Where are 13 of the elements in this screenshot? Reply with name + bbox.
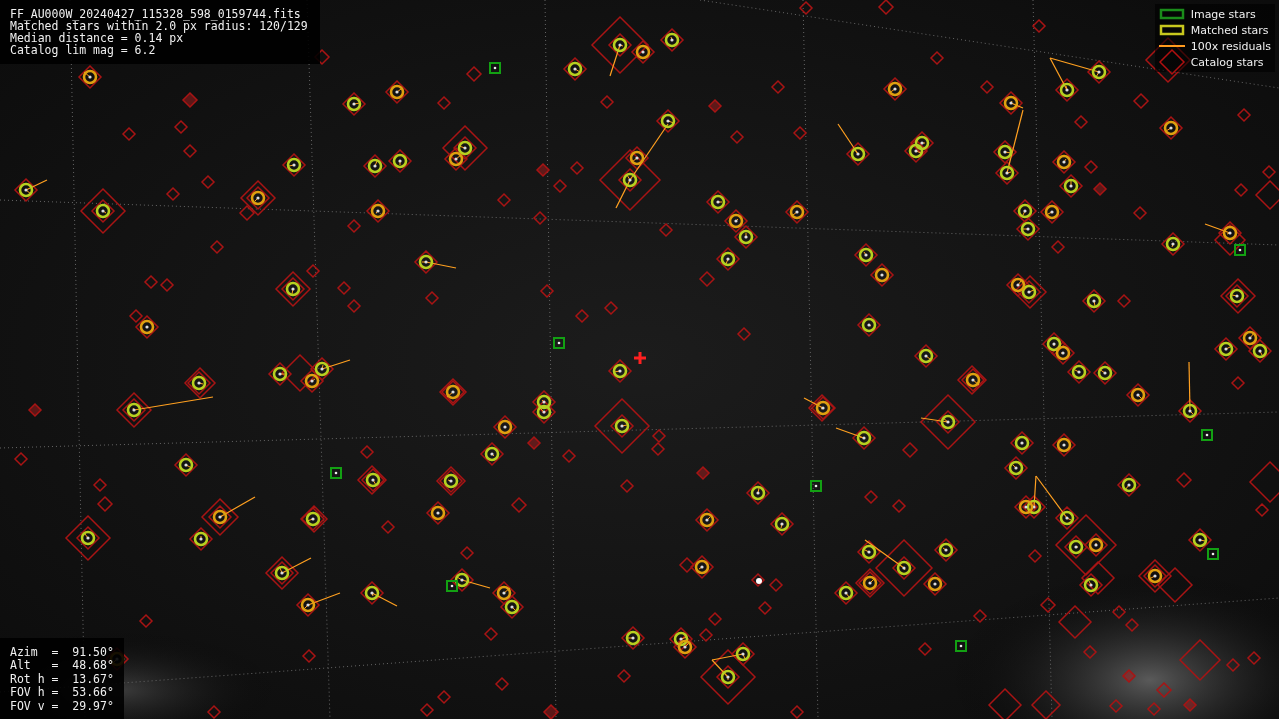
pointing-text: FOV v = 29.97° (10, 699, 114, 713)
legend-label: Image stars (1190, 7, 1256, 21)
pointing-text: Rot h = 13.67° (10, 672, 114, 686)
legend-label: Matched stars (1190, 23, 1269, 37)
info-text: Catalog lim mag = 6.2 (10, 44, 157, 56)
legend-label: 100x residuals (1190, 39, 1271, 53)
info-text: Median distance = 0.14 px (10, 32, 184, 44)
legend-label: Catalog stars (1190, 55, 1264, 69)
pointing-text: Azim = 91.50° (10, 645, 114, 659)
pointing-text: FOV h = 53.66° (10, 686, 114, 700)
info-text: FF_AU000W_20240427_115328_598_0159744.fits (10, 8, 302, 20)
pointing-text: Alt = 48.68° (10, 659, 114, 673)
info-text: Matched stars within 2.0 px radius: 120/129 (10, 20, 308, 32)
